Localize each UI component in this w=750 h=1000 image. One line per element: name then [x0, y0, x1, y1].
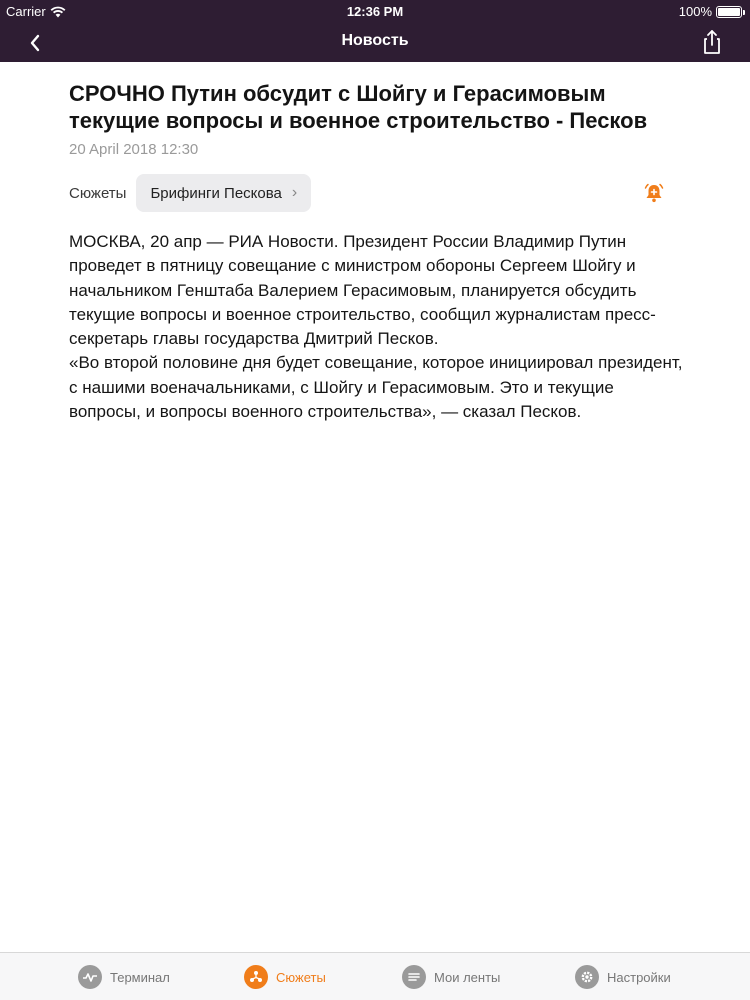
article: СРОЧНО Путин обсудит с Шойгу и Герасимов…: [69, 80, 689, 424]
article-paragraph: «Во второй половине дня будет совещание,…: [69, 353, 683, 422]
battery-indicator: 100%: [678, 4, 745, 19]
list-icon: [402, 965, 426, 989]
tab-my-feeds[interactable]: Мои ленты: [402, 953, 500, 1000]
gear-icon: [575, 965, 599, 989]
battery-percent: 100%: [678, 4, 712, 19]
battery-icon: [716, 5, 745, 18]
clock: 12:36 PM: [346, 4, 404, 19]
tab-label: Мои ленты: [434, 969, 501, 985]
tab-label: Терминал: [110, 969, 170, 985]
status-bar: Carrier 12:36 PM 100%: [0, 0, 750, 22]
article-paragraph: МОСКВА, 20 апр — РИА Новости. Президент …: [69, 232, 656, 349]
topic-chip-label: Брифинги Пескова: [150, 184, 282, 202]
chevron-right-icon: ›: [291, 184, 298, 201]
bell-plus-icon: [644, 183, 664, 203]
article-body: МОСКВА, 20 апр — РИА Новости. Президент …: [69, 230, 689, 424]
tab-label: Настройки: [607, 969, 671, 985]
share-icon: [704, 30, 720, 54]
navigation-bar: Новость: [0, 22, 750, 62]
top-bar: Carrier 12:36 PM 100% Новость: [0, 0, 750, 62]
tab-terminal[interactable]: Терминал: [78, 953, 170, 1000]
stories-icon: [244, 965, 268, 989]
topics-row: Сюжеты Брифинги Пескова ›: [69, 174, 689, 212]
share-button[interactable]: [698, 28, 726, 56]
battery-level: [718, 7, 740, 16]
tab-settings[interactable]: Настройки: [575, 953, 671, 1000]
pulse-icon: [78, 965, 102, 989]
page-title: Новость: [341, 32, 409, 49]
tab-label: Сюжеты: [276, 969, 326, 985]
topics-label: Сюжеты: [69, 184, 127, 202]
subscribe-bell-button[interactable]: [643, 182, 665, 204]
tab-stories[interactable]: Сюжеты: [244, 953, 326, 1000]
article-headline: СРОЧНО Путин обсудит с Шойгу и Герасимов…: [69, 81, 648, 133]
tab-bar: Терминал Сюжеты Мои ленты Настройки: [0, 952, 750, 1000]
article-date: 20 April 2018 12:30: [69, 141, 199, 158]
topic-chip[interactable]: Брифинги Пескова ›: [136, 174, 312, 212]
